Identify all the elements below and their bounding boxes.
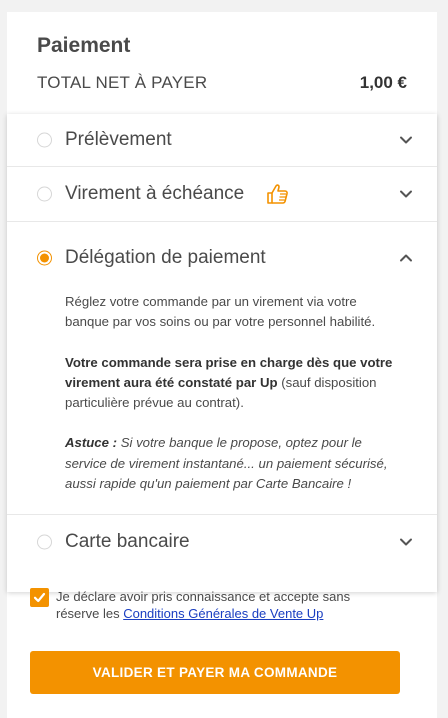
delegation-label: Délégation de paiement — [65, 247, 266, 268]
terms-checkbox[interactable] — [30, 588, 49, 607]
carte-radio[interactable] — [37, 534, 52, 550]
payment-method-delegation: Délégation de paiement Réglez votre comm… — [7, 230, 437, 516]
delegation-tip-bold: Astuce : — [65, 435, 118, 451]
delegation-radio[interactable] — [37, 250, 52, 266]
chevron-up-icon[interactable] — [399, 251, 413, 265]
chevron-down-icon[interactable] — [399, 133, 413, 147]
delegation-paragraph-1: Réglez votre commande par un virement vi… — [65, 294, 376, 330]
terms-text: Je déclare avoir pris connaissance et ac… — [56, 588, 396, 622]
checkmark-icon — [33, 592, 46, 603]
payment-method-carte-header[interactable]: Carte bancaire — [7, 515, 437, 568]
total-value: 1,00 € — [359, 73, 407, 92]
total-label: TOTAL NET À PAYER — [37, 73, 208, 92]
payment-methods-accordion: Prélèvement Virement à échéance Délégati… — [7, 114, 437, 592]
payment-method-prelevement-header[interactable]: Prélèvement — [7, 114, 437, 166]
delegation-tip: Astuce : Si votre banque le propose, opt… — [65, 433, 397, 494]
payment-method-carte: Carte bancaire — [7, 515, 437, 569]
validate-and-pay-button[interactable]: VALIDER ET PAYER MA COMMANDE — [30, 651, 400, 694]
delegation-details: Réglez votre commande par un virement vi… — [7, 286, 437, 514]
payment-method-prelevement: Prélèvement — [7, 114, 437, 167]
thumbs-up-icon — [267, 184, 288, 204]
payment-method-virement: Virement à échéance — [7, 167, 437, 222]
prelevement-radio[interactable] — [37, 132, 52, 148]
chevron-down-icon[interactable] — [399, 535, 413, 549]
page-title: Paiement — [37, 34, 131, 57]
virement-radio[interactable] — [37, 186, 52, 202]
prelevement-label: Prélèvement — [65, 129, 172, 150]
chevron-down-icon[interactable] — [399, 187, 413, 201]
delegation-paragraph-2: Votre commande sera prise en charge dès … — [65, 353, 397, 414]
payment-method-delegation-header[interactable]: Délégation de paiement — [7, 230, 437, 286]
payment-method-virement-header[interactable]: Virement à échéance — [7, 167, 437, 221]
virement-label: Virement à échéance — [65, 183, 245, 204]
carte-label: Carte bancaire — [65, 530, 190, 552]
terms-link[interactable]: Conditions Générales de Vente Up — [123, 606, 323, 621]
